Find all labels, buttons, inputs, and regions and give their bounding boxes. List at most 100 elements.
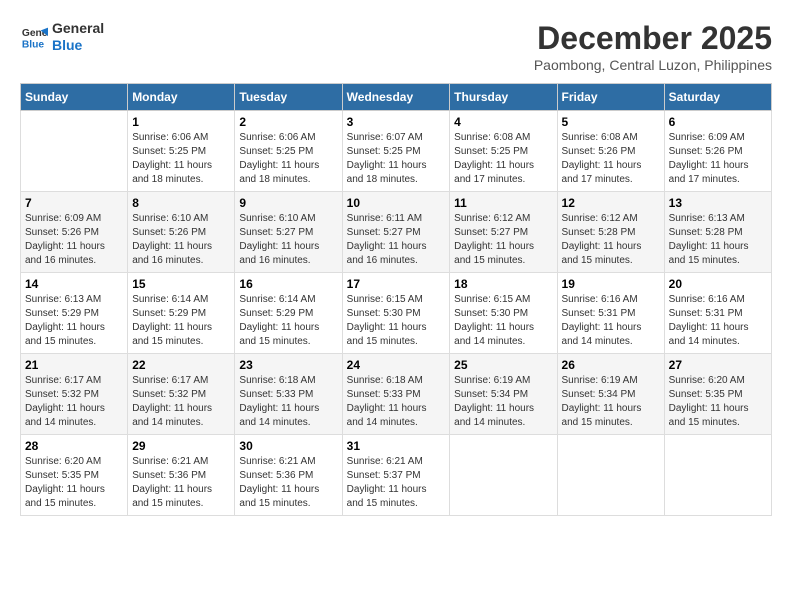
day-info: Sunrise: 6:21 AMSunset: 5:36 PMDaylight:…: [239, 455, 337, 511]
day-number: 9: [239, 196, 337, 210]
day-number: 5: [562, 115, 660, 129]
day-info: Sunrise: 6:12 AMSunset: 5:27 PMDaylight:…: [454, 212, 552, 268]
calendar-cell: 17 Sunrise: 6:15 AMSunset: 5:30 PMDayligh…: [342, 273, 450, 354]
calendar-cell: 2 Sunrise: 6:06 AMSunset: 5:25 PMDaylight…: [235, 111, 342, 192]
day-info: Sunrise: 6:11 AMSunset: 5:27 PMDaylight:…: [347, 212, 446, 268]
logo-icon: General Blue: [20, 23, 48, 51]
day-info: Sunrise: 6:18 AMSunset: 5:33 PMDaylight:…: [239, 374, 337, 430]
calendar-cell: 26Sunrise: 6:19 AMSunset: 5:34 PMDayligh…: [557, 354, 664, 435]
calendar-cell: 12Sunrise: 6:12 AMSunset: 5:28 PMDayligh…: [557, 192, 664, 273]
day-number: 27: [669, 358, 767, 372]
calendar-cell: 18 Sunrise: 6:15 AMSunset: 5:30 PMDayligh…: [450, 273, 557, 354]
day-number: 21: [25, 358, 123, 372]
month-title: December 2025: [534, 20, 772, 57]
day-number: 15: [132, 277, 230, 291]
calendar-cell: [664, 435, 771, 516]
calendar-cell: 9Sunrise: 6:10 AMSunset: 5:27 PMDaylight…: [235, 192, 342, 273]
day-info: Sunrise: 6:16 AMSunset: 5:31 PMDaylight:…: [669, 293, 767, 349]
day-info: Sunrise: 6:13 AMSunset: 5:29 PMDaylight:…: [25, 293, 123, 349]
day-number: 25: [454, 358, 552, 372]
day-number: 19: [562, 277, 660, 291]
day-number: 3: [347, 115, 446, 129]
day-info: Sunrise: 6:15 AMSunset: 5:30 PMDaylight:…: [347, 293, 446, 349]
calendar-cell: [450, 435, 557, 516]
day-number: 22: [132, 358, 230, 372]
logo-line1: General: [52, 20, 104, 37]
logo-line2: Blue: [52, 37, 104, 54]
calendar-cell: 13Sunrise: 6:13 AMSunset: 5:28 PMDayligh…: [664, 192, 771, 273]
day-number: 10: [347, 196, 446, 210]
day-number: 17: [347, 277, 446, 291]
day-info: Sunrise: 6:21 AMSunset: 5:37 PMDaylight:…: [347, 455, 446, 511]
day-number: 28: [25, 439, 123, 453]
day-number: 8: [132, 196, 230, 210]
calendar-cell: 28 Sunrise: 6:20 AMSunset: 5:35 PMDayligh…: [21, 435, 128, 516]
calendar-table: SundayMondayTuesdayWednesdayThursdayFrid…: [20, 83, 772, 516]
calendar-cell: [557, 435, 664, 516]
day-number: 18: [454, 277, 552, 291]
weekday-header-monday: Monday: [128, 84, 235, 111]
weekday-header-row: SundayMondayTuesdayWednesdayThursdayFrid…: [21, 84, 772, 111]
day-number: 7: [25, 196, 123, 210]
day-info: Sunrise: 6:09 AMSunset: 5:26 PMDaylight:…: [669, 131, 767, 187]
calendar-cell: 25 Sunrise: 6:19 AMSunset: 5:34 PMDayligh…: [450, 354, 557, 435]
calendar-cell: 16Sunrise: 6:14 AMSunset: 5:29 PMDayligh…: [235, 273, 342, 354]
calendar-cell: 1 Sunrise: 6:06 AMSunset: 5:25 PMDaylight…: [128, 111, 235, 192]
calendar-cell: 14 Sunrise: 6:13 AMSunset: 5:29 PMDayligh…: [21, 273, 128, 354]
day-info: Sunrise: 6:17 AMSunset: 5:32 PMDaylight:…: [132, 374, 230, 430]
weekday-header-wednesday: Wednesday: [342, 84, 450, 111]
day-info: Sunrise: 6:18 AMSunset: 5:33 PMDaylight:…: [347, 374, 446, 430]
day-info: Sunrise: 6:06 AMSunset: 5:25 PMDaylight:…: [132, 131, 230, 187]
day-info: Sunrise: 6:08 AMSunset: 5:26 PMDaylight:…: [562, 131, 660, 187]
calendar-cell: 21Sunrise: 6:17 AMSunset: 5:32 PMDayligh…: [21, 354, 128, 435]
title-block: December 2025 Paombong, Central Luzon, P…: [534, 20, 772, 73]
day-number: 11: [454, 196, 552, 210]
page-header: General Blue General Blue December 2025 …: [20, 20, 772, 73]
calendar-week-4: 21 Sunrise: 6:17 AMSunset: 5:32 PMDayligh…: [21, 354, 772, 435]
calendar-cell: 31 Sunrise: 6:21 AMSunset: 5:37 PMDayligh…: [342, 435, 450, 516]
day-number: 30: [239, 439, 337, 453]
calendar-cell: 27 Sunrise: 6:20 AMSunset: 5:35 PMDayligh…: [664, 354, 771, 435]
day-number: 31: [347, 439, 446, 453]
day-number: 29: [132, 439, 230, 453]
calendar-cell: 3Sunrise: 6:07 AMSunset: 5:25 PMDaylight…: [342, 111, 450, 192]
day-info: Sunrise: 6:20 AMSunset: 5:35 PMDaylight:…: [25, 455, 123, 511]
calendar-cell: 10 Sunrise: 6:11 AMSunset: 5:27 PMDayligh…: [342, 192, 450, 273]
day-number: 14: [25, 277, 123, 291]
calendar-cell: 24Sunrise: 6:18 AMSunset: 5:33 PMDayligh…: [342, 354, 450, 435]
weekday-header-sunday: Sunday: [21, 84, 128, 111]
day-info: Sunrise: 6:14 AMSunset: 5:29 PMDaylight:…: [132, 293, 230, 349]
weekday-header-saturday: Saturday: [664, 84, 771, 111]
weekday-header-friday: Friday: [557, 84, 664, 111]
day-number: 2: [239, 115, 337, 129]
calendar-body: 1 Sunrise: 6:06 AMSunset: 5:25 PMDaylight…: [21, 111, 772, 516]
calendar-cell: 6 Sunrise: 6:09 AMSunset: 5:26 PMDaylight…: [664, 111, 771, 192]
calendar-cell: 5 Sunrise: 6:08 AMSunset: 5:26 PMDaylight…: [557, 111, 664, 192]
day-number: 13: [669, 196, 767, 210]
day-number: 4: [454, 115, 552, 129]
location: Paombong, Central Luzon, Philippines: [534, 57, 772, 73]
calendar-week-3: 14 Sunrise: 6:13 AMSunset: 5:29 PMDayligh…: [21, 273, 772, 354]
calendar-cell: 29Sunrise: 6:21 AMSunset: 5:36 PMDayligh…: [128, 435, 235, 516]
calendar-week-5: 28 Sunrise: 6:20 AMSunset: 5:35 PMDayligh…: [21, 435, 772, 516]
day-number: 16: [239, 277, 337, 291]
day-number: 1: [132, 115, 230, 129]
calendar-cell: [21, 111, 128, 192]
day-number: 23: [239, 358, 337, 372]
svg-text:Blue: Blue: [22, 39, 45, 50]
day-info: Sunrise: 6:20 AMSunset: 5:35 PMDaylight:…: [669, 374, 767, 430]
day-info: Sunrise: 6:15 AMSunset: 5:30 PMDaylight:…: [454, 293, 552, 349]
calendar-cell: 8 Sunrise: 6:10 AMSunset: 5:26 PMDaylight…: [128, 192, 235, 273]
weekday-header-thursday: Thursday: [450, 84, 557, 111]
day-info: Sunrise: 6:12 AMSunset: 5:28 PMDaylight:…: [562, 212, 660, 268]
day-info: Sunrise: 6:10 AMSunset: 5:26 PMDaylight:…: [132, 212, 230, 268]
day-info: Sunrise: 6:06 AMSunset: 5:25 PMDaylight:…: [239, 131, 337, 187]
day-info: Sunrise: 6:08 AMSunset: 5:25 PMDaylight:…: [454, 131, 552, 187]
day-number: 6: [669, 115, 767, 129]
calendar-cell: 4 Sunrise: 6:08 AMSunset: 5:25 PMDaylight…: [450, 111, 557, 192]
day-info: Sunrise: 6:16 AMSunset: 5:31 PMDaylight:…: [562, 293, 660, 349]
day-info: Sunrise: 6:19 AMSunset: 5:34 PMDaylight:…: [454, 374, 552, 430]
calendar-cell: 23 Sunrise: 6:18 AMSunset: 5:33 PMDayligh…: [235, 354, 342, 435]
calendar-cell: 11 Sunrise: 6:12 AMSunset: 5:27 PMDayligh…: [450, 192, 557, 273]
day-number: 20: [669, 277, 767, 291]
